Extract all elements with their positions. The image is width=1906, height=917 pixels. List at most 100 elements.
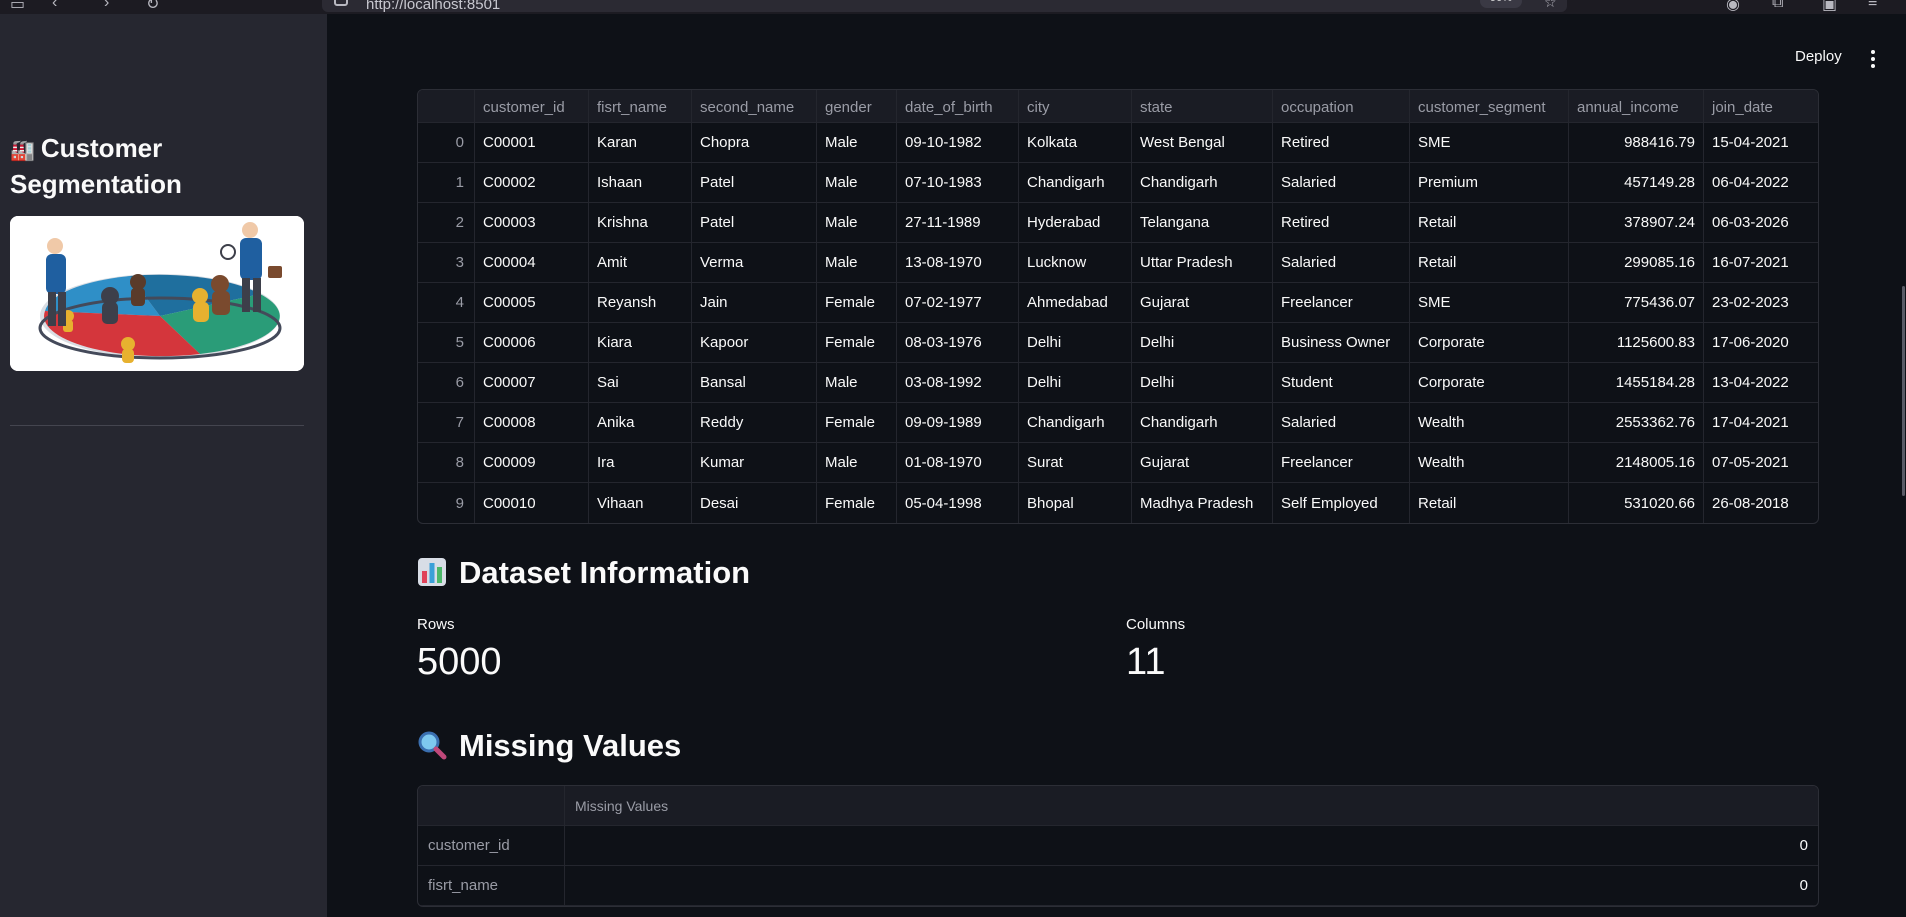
table-cell[interactable]: Telangana (1132, 203, 1273, 243)
table-cell[interactable]: 05-04-1998 (897, 483, 1019, 523)
table-cell[interactable]: Kumar (692, 443, 817, 483)
table-cell[interactable]: Delhi (1132, 323, 1273, 363)
table-cell[interactable]: Business Owner (1273, 323, 1410, 363)
table-row[interactable]: 8 C00009 Ira Kumar Male 01-08-1970 Surat Gujara… (418, 443, 1818, 483)
table-cell[interactable]: 27-11-1989 (897, 203, 1019, 243)
row-index[interactable]: 3 (418, 243, 475, 283)
table-row[interactable]: 1 C00002 Ishaan Patel Male 07-10-1983 Chandiga… (418, 163, 1818, 203)
table-cell[interactable]: Gujarat (1132, 283, 1273, 323)
sidebar-toggle-icon[interactable]: ▭ (10, 0, 25, 14)
table-cell[interactable]: Sai (589, 363, 692, 403)
table-cell[interactable]: Verma (692, 243, 817, 283)
table-cell[interactable]: Retail (1410, 483, 1569, 523)
table-cell[interactable]: Ahmedabad (1019, 283, 1132, 323)
table-cell[interactable]: Karan (589, 123, 692, 163)
table-cell[interactable]: Kolkata (1019, 123, 1132, 163)
table-cell[interactable]: Premium (1410, 163, 1569, 203)
table-cell[interactable]: 07-10-1983 (897, 163, 1019, 203)
row-index[interactable]: 4 (418, 283, 475, 323)
column-header[interactable]: second_name (692, 90, 817, 123)
column-header[interactable]: annual_income (1569, 90, 1704, 123)
table-cell[interactable]: C00007 (475, 363, 589, 403)
table-cell[interactable]: Male (817, 203, 897, 243)
table-row[interactable]: 6 C00007 Sai Bansal Male 03-08-1992 Delhi Delhi… (418, 363, 1818, 403)
table-cell[interactable]: SME (1410, 123, 1569, 163)
table-cell[interactable]: 2553362.76 (1569, 403, 1704, 443)
table-cell[interactable]: Chandigarh (1132, 163, 1273, 203)
table-cell[interactable]: Wealth (1410, 443, 1569, 483)
table-cell[interactable]: Retired (1273, 123, 1410, 163)
table-cell[interactable]: 07-02-1977 (897, 283, 1019, 323)
table-row[interactable]: fisrt_name 0 (418, 866, 1818, 906)
table-cell[interactable]: Self Employed (1273, 483, 1410, 523)
table-cell[interactable]: Gujarat (1132, 443, 1273, 483)
index-column-header[interactable] (418, 90, 475, 123)
table-cell[interactable]: 299085.16 (1569, 243, 1704, 283)
table-cell[interactable]: SME (1410, 283, 1569, 323)
table-cell[interactable]: Salaried (1273, 243, 1410, 283)
table-cell[interactable]: 1125600.83 (1569, 323, 1704, 363)
column-header[interactable]: customer_segment (1410, 90, 1569, 123)
column-header[interactable]: customer_id (475, 90, 589, 123)
menu-icon[interactable]: ≡ (1868, 0, 1877, 12)
table-cell[interactable]: 17-04-2021 (1704, 403, 1818, 443)
table-cell[interactable]: 531020.66 (1569, 483, 1704, 523)
table-cell[interactable]: Bansal (692, 363, 817, 403)
table-cell[interactable]: 01-08-1970 (897, 443, 1019, 483)
table-cell[interactable]: Vihaan (589, 483, 692, 523)
table-cell[interactable]: Retired (1273, 203, 1410, 243)
table-cell[interactable]: Freelancer (1273, 283, 1410, 323)
table-cell[interactable]: Retail (1410, 203, 1569, 243)
row-index[interactable]: 5 (418, 323, 475, 363)
table-cell[interactable]: Corporate (1410, 363, 1569, 403)
table-cell[interactable]: Krishna (589, 203, 692, 243)
table-row[interactable]: 4 C00005 Reyansh Jain Female 07-02-1977 Ahmeda… (418, 283, 1818, 323)
table-cell[interactable]: Chandigarh (1019, 163, 1132, 203)
row-index[interactable]: 0 (418, 123, 475, 163)
extensions-icon[interactable]: ⧉ (1772, 0, 1783, 12)
table-cell[interactable]: C00010 (475, 483, 589, 523)
table-cell[interactable]: 13-04-2022 (1704, 363, 1818, 403)
screenshot-icon[interactable]: ▣ (1822, 0, 1837, 14)
column-header[interactable]: occupation (1273, 90, 1410, 123)
table-cell[interactable]: Male (817, 123, 897, 163)
table-cell[interactable]: Madhya Pradesh (1132, 483, 1273, 523)
table-cell[interactable]: Kapoor (692, 323, 817, 363)
account-icon[interactable]: ◉ (1726, 0, 1740, 14)
table-row[interactable]: 3 C00004 Amit Verma Male 13-08-1970 Lucknow Utt… (418, 243, 1818, 283)
column-header[interactable]: fisrt_name (589, 90, 692, 123)
table-row[interactable]: 7 C00008 Anika Reddy Female 09-09-1989 Chandig… (418, 403, 1818, 443)
table-cell[interactable]: 16-07-2021 (1704, 243, 1818, 283)
table-cell[interactable]: Uttar Pradesh (1132, 243, 1273, 283)
address-bar[interactable]: http://localhost:8501 90% ☆ (322, 0, 1567, 13)
table-cell[interactable]: Reyansh (589, 283, 692, 323)
table-cell[interactable]: Female (817, 483, 897, 523)
table-cell[interactable]: 378907.24 (1569, 203, 1704, 243)
table-cell[interactable]: 15-04-2021 (1704, 123, 1818, 163)
table-cell[interactable]: Chandigarh (1019, 403, 1132, 443)
table-cell[interactable]: Desai (692, 483, 817, 523)
column-header[interactable]: join_date (1704, 90, 1818, 123)
column-header[interactable]: gender (817, 90, 897, 123)
table-cell[interactable]: Jain (692, 283, 817, 323)
table-cell[interactable]: Hyderabad (1019, 203, 1132, 243)
table-cell[interactable]: Delhi (1132, 363, 1273, 403)
table-cell[interactable]: Anika (589, 403, 692, 443)
table-cell[interactable]: Patel (692, 163, 817, 203)
table-cell[interactable]: Surat (1019, 443, 1132, 483)
table-cell[interactable]: 08-03-1976 (897, 323, 1019, 363)
table-cell[interactable]: Delhi (1019, 323, 1132, 363)
table-cell[interactable]: Patel (692, 203, 817, 243)
table-cell[interactable]: 23-02-2023 (1704, 283, 1818, 323)
table-cell[interactable]: Female (817, 283, 897, 323)
table-cell[interactable]: 06-04-2022 (1704, 163, 1818, 203)
row-index[interactable]: 7 (418, 403, 475, 443)
table-cell[interactable]: 17-06-2020 (1704, 323, 1818, 363)
zoom-badge[interactable]: 90% (1480, 0, 1522, 8)
table-cell[interactable]: Female (817, 403, 897, 443)
dataframe-table[interactable]: customer_id fisrt_name second_name gender da… (417, 89, 1819, 524)
table-cell[interactable]: C00005 (475, 283, 589, 323)
missing-values-table[interactable]: Missing Values customer_id 0 fisrt_name 0 (417, 785, 1819, 907)
column-header[interactable]: state (1132, 90, 1273, 123)
table-cell[interactable]: 09-10-1982 (897, 123, 1019, 163)
